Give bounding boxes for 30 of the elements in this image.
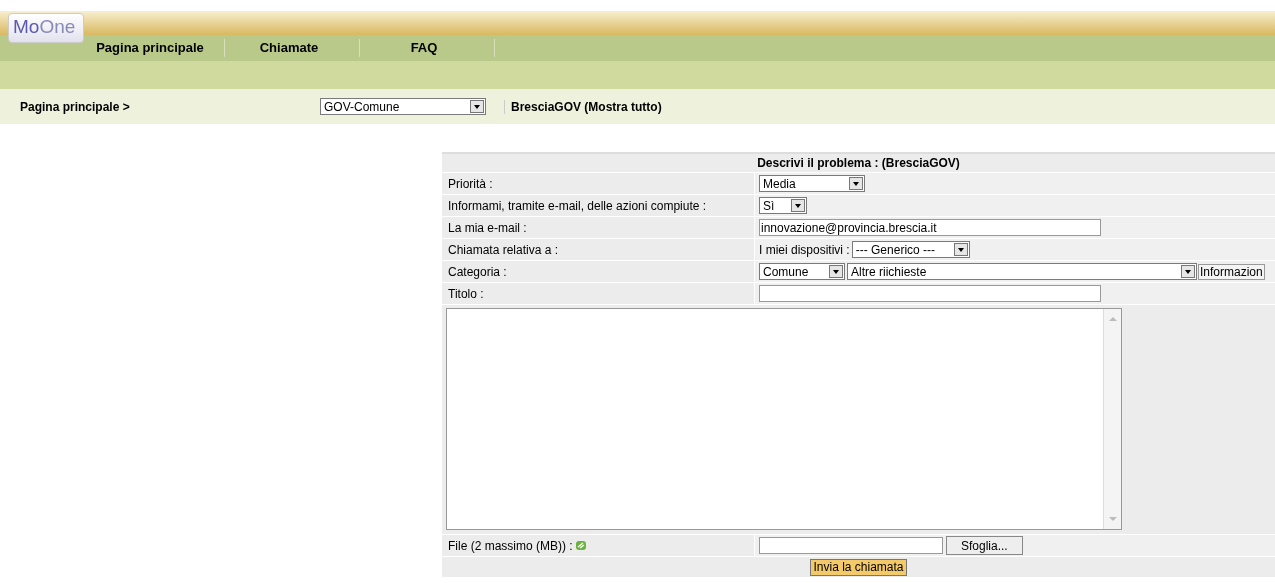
field-label: File (2 massimo (MB)) :: [442, 538, 754, 553]
scroll-down-icon: [1109, 517, 1117, 521]
breadcrumb: Pagina principale >: [19, 99, 131, 114]
field-label: Titolo :: [447, 286, 485, 301]
browse-button[interactable]: Sfoglia...: [946, 536, 1023, 555]
context-title: BresciaGOV (Mostra tutto): [504, 99, 662, 114]
field-label: Priorità :: [447, 176, 494, 191]
nav-tab[interactable]: FAQ: [360, 39, 495, 57]
field-label: Informami, tramite e-mail, delle azioni compiute :: [447, 198, 708, 213]
notify-dropdown[interactable]: Sì: [759, 197, 807, 214]
field-label: Chiamata relativa a :: [447, 242, 560, 257]
priority-dropdown[interactable]: Media: [759, 175, 865, 192]
scroll-up-icon: [1109, 317, 1117, 321]
nav-tab[interactable]: Chiamate: [225, 39, 360, 57]
field-label: La mia e-mail :: [447, 220, 528, 235]
category-dropdown[interactable]: Comune: [759, 263, 845, 280]
attachment-icon: [574, 540, 587, 551]
email-field[interactable]: innovazione@provincia.brescia.it: [759, 219, 1101, 236]
nav-tab[interactable]: Pagina principale: [82, 39, 225, 57]
scrollbar[interactable]: [1103, 309, 1121, 529]
submit-button[interactable]: Invia la chiamata: [810, 558, 907, 576]
field-label: Categoria :: [447, 264, 508, 279]
logo[interactable]: MoOne: [8, 13, 84, 43]
file-field[interactable]: [759, 537, 943, 554]
subcategory-dropdown[interactable]: Altre riichieste: [847, 263, 1197, 280]
info-label: Informazion: [1198, 263, 1265, 280]
group-dropdown[interactable]: GOV-Comune: [320, 98, 486, 115]
field-label: I miei dispositivi :: [759, 242, 850, 257]
title-field[interactable]: [759, 285, 1101, 302]
device-dropdown[interactable]: --- Generico ---: [851, 241, 970, 258]
